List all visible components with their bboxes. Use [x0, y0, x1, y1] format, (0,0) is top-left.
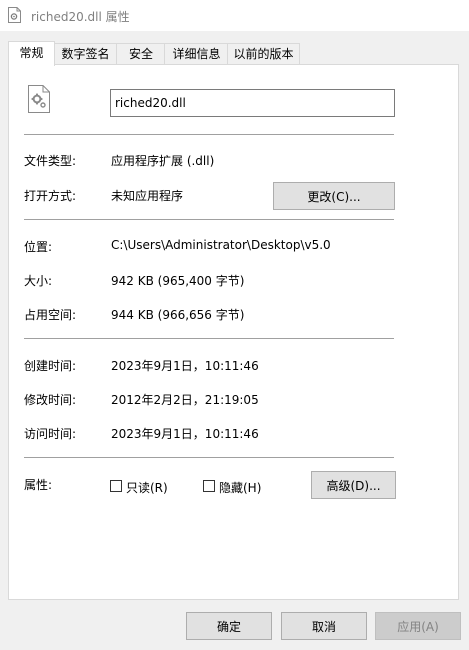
- location-label: 位置:: [24, 240, 53, 254]
- hidden-checkbox[interactable]: [203, 480, 215, 492]
- created-value: 2023年9月1日，10:11:46: [111, 359, 259, 373]
- accessed-value: 2023年9月1日，10:11:46: [111, 427, 259, 441]
- created-label: 创建时间:: [24, 359, 77, 373]
- change-button[interactable]: 更改(C)...: [273, 182, 395, 210]
- general-panel: 文件类型: 应用程序扩展 (.dll) 打开方式: 未知应用程序 更改(C)..…: [8, 64, 459, 600]
- size-value: 942 KB (965,400 字节): [111, 274, 245, 288]
- tab-digital-signatures[interactable]: 数字签名: [53, 43, 118, 64]
- size-label: 大小:: [24, 274, 53, 288]
- file-type-value: 应用程序扩展 (.dll): [111, 154, 215, 168]
- tab-previous-versions[interactable]: 以前的版本: [227, 43, 300, 64]
- title-bar: riched20.dll 属性: [0, 0, 469, 31]
- opens-with-value: 未知应用程序: [111, 189, 184, 203]
- readonly-checkbox[interactable]: [110, 480, 122, 492]
- tab-security[interactable]: 安全: [116, 43, 166, 64]
- location-value: C:\Users\Administrator\Desktop\v5.0: [111, 238, 331, 252]
- gear-file-icon: [8, 7, 21, 23]
- window-title: riched20.dll 属性: [31, 10, 130, 24]
- divider: [24, 457, 394, 458]
- divider: [24, 134, 394, 135]
- modified-label: 修改时间:: [24, 393, 77, 407]
- readonly-label[interactable]: 只读(R): [126, 479, 168, 496]
- divider: [24, 338, 394, 339]
- file-type-label: 文件类型:: [24, 154, 77, 168]
- tab-general[interactable]: 常规: [8, 41, 55, 66]
- modified-value: 2012年2月2日，21:19:05: [111, 393, 259, 407]
- gear-file-icon: [28, 85, 50, 113]
- advanced-button[interactable]: 高级(D)...: [311, 471, 396, 499]
- opens-with-label: 打开方式:: [24, 189, 77, 203]
- attributes-label: 属性:: [24, 478, 53, 492]
- divider: [24, 219, 394, 220]
- accessed-label: 访问时间:: [24, 427, 77, 441]
- size-on-disk-value: 944 KB (966,656 字节): [111, 308, 245, 322]
- cancel-button[interactable]: 取消: [281, 612, 367, 640]
- hidden-label[interactable]: 隐藏(H): [219, 479, 261, 496]
- file-name-field[interactable]: [110, 89, 395, 117]
- size-on-disk-label: 占用空间:: [24, 308, 77, 322]
- ok-button[interactable]: 确定: [186, 612, 272, 640]
- apply-button[interactable]: 应用(A): [375, 612, 461, 640]
- tab-details[interactable]: 详细信息: [164, 43, 229, 64]
